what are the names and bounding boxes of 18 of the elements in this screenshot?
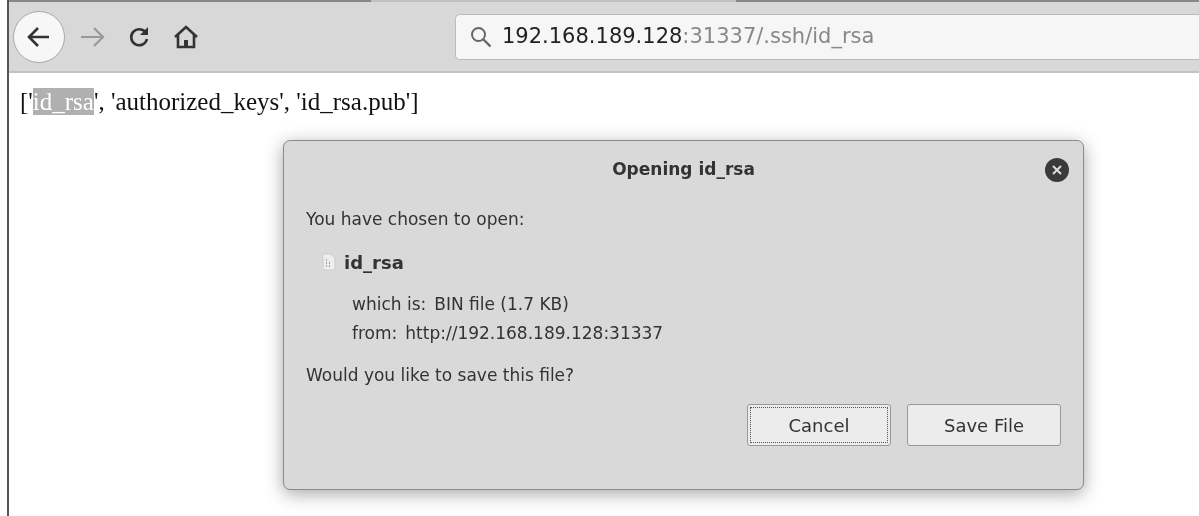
back-arrow-icon [27, 25, 51, 48]
intro-text: You have chosen to open: [306, 208, 526, 231]
detail-label: from: [352, 322, 398, 345]
detail-label: which is: [352, 292, 427, 316]
dialog-title: Opening id_rsa [612, 158, 755, 182]
file-icon [322, 253, 336, 271]
address-field[interactable]: 192.168.189.128:31337/.ssh/id_rsa [455, 13, 1199, 60]
close-icon [1052, 165, 1062, 175]
detail-value: http://192.168.189.128:31337 [405, 322, 664, 345]
close-button[interactable] [1045, 158, 1069, 182]
question-text: Would you like to save this file? [306, 363, 576, 387]
home-icon[interactable] [173, 23, 199, 50]
save-file-button[interactable]: Save File [907, 404, 1061, 446]
search-icon [470, 25, 492, 48]
page-text: ['id_rsa', 'authorized_keys', 'id_rsa.pub'] [20, 87, 419, 117]
file-name: id_rsa [344, 250, 404, 275]
detail-value: BIN file (1.7 KB) [434, 292, 569, 316]
cancel-button[interactable]: Cancel [747, 404, 891, 446]
